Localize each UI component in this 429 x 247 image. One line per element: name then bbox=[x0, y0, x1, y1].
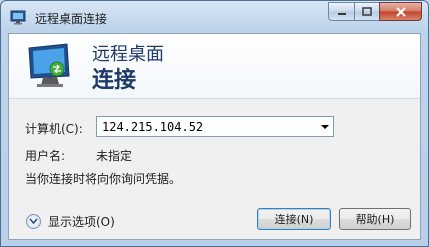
maximize-icon bbox=[362, 6, 372, 16]
title-bar[interactable]: 远程桌面连接 bbox=[1, 1, 428, 35]
close-icon bbox=[395, 6, 406, 17]
rdp-window: 远程桌面连接 远程桌面 连接 计算机(C): 124.215.104.52 用户… bbox=[0, 0, 429, 247]
show-options-label: 显示选项(O) bbox=[48, 215, 115, 229]
computer-label: 计算机(C): bbox=[25, 122, 83, 136]
minimize-button[interactable] bbox=[328, 2, 354, 21]
window-title: 远程桌面连接 bbox=[35, 12, 108, 26]
dialog-body: 远程桌面 连接 计算机(C): 124.215.104.52 用户名: 未指定 … bbox=[8, 33, 421, 240]
expand-chevron-icon bbox=[26, 214, 41, 229]
connect-button[interactable]: 连接(N) bbox=[257, 208, 331, 230]
close-button[interactable] bbox=[379, 2, 422, 21]
show-options-toggle[interactable]: 显示选项(O) bbox=[26, 213, 115, 230]
minimize-icon bbox=[337, 12, 346, 15]
username-label: 用户名: bbox=[25, 149, 66, 163]
help-button[interactable]: 帮助(H) bbox=[339, 208, 411, 230]
computer-connection-icon bbox=[28, 43, 70, 87]
computer-combobox[interactable]: 124.215.104.52 bbox=[96, 116, 334, 137]
caption-buttons bbox=[328, 2, 422, 21]
header-banner: 远程桌面 连接 bbox=[9, 34, 420, 99]
remote-desktop-icon bbox=[10, 10, 26, 25]
computer-value: 124.215.104.52 bbox=[102, 120, 204, 134]
credentials-info-text: 当你连接时将向你询问凭据。 bbox=[25, 172, 182, 186]
chevron-down-icon[interactable] bbox=[321, 125, 329, 129]
username-value: 未指定 bbox=[96, 149, 133, 163]
maximize-button[interactable] bbox=[354, 2, 379, 21]
banner-title-line2: 连接 bbox=[92, 68, 137, 93]
